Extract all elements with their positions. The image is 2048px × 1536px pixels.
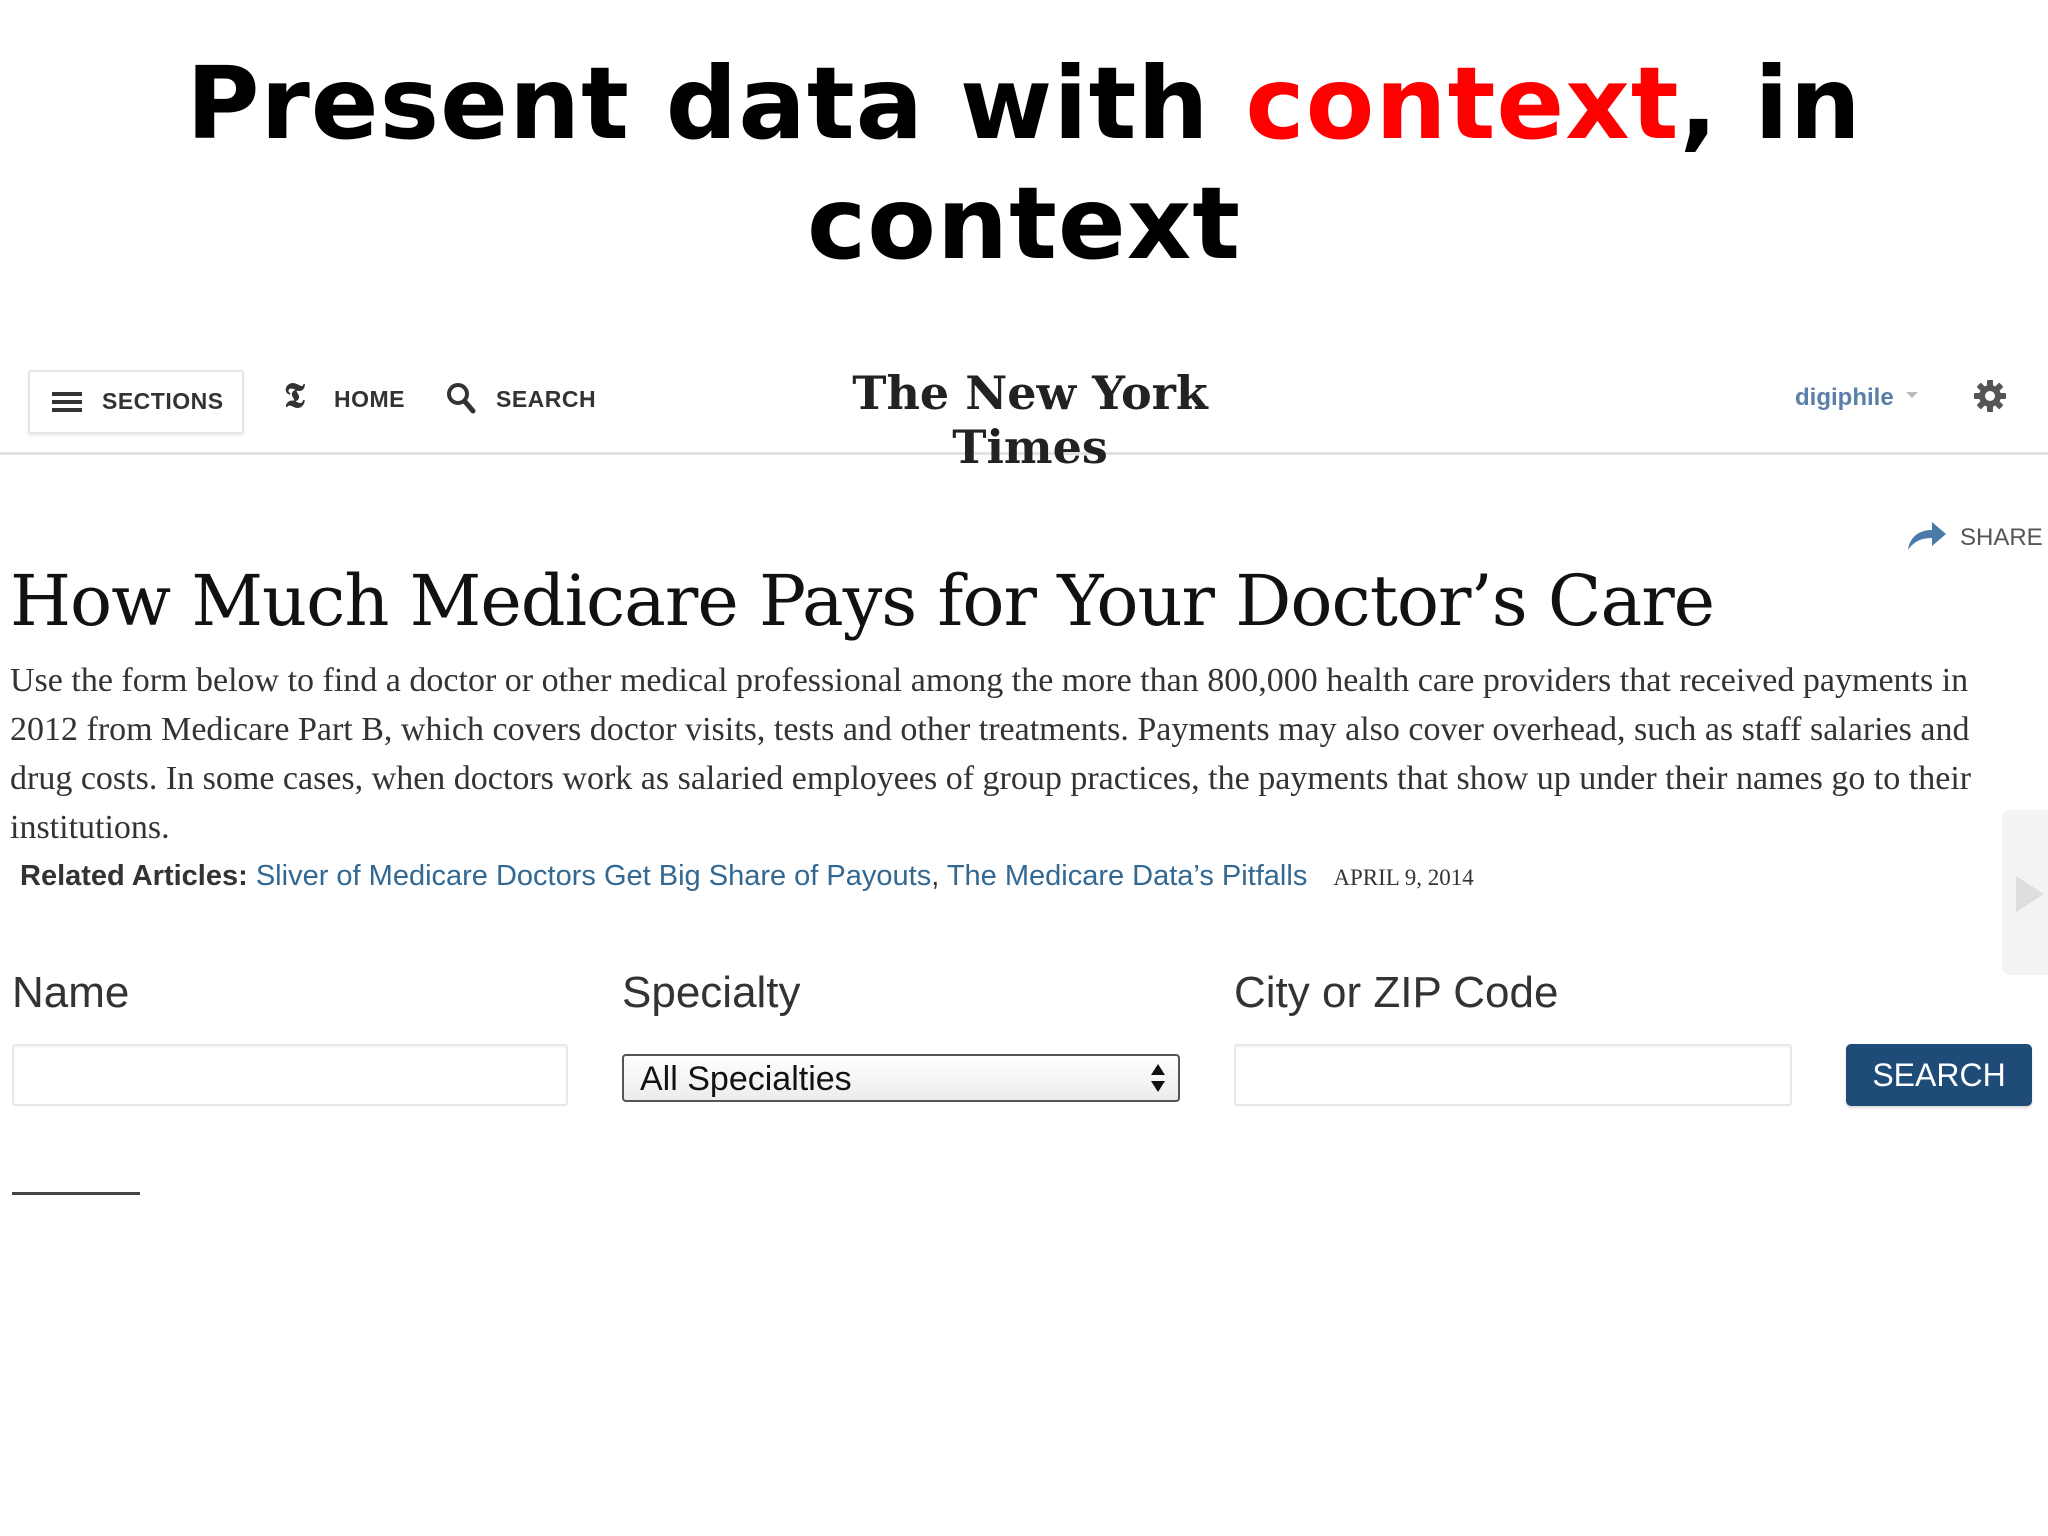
article-summary: Use the form below to find a doctor or o… [10,662,1972,846]
slide-title: Present data with context, in context [0,44,2048,284]
share-arrow-icon [1908,522,1946,550]
gear-icon[interactable] [1972,378,2008,414]
hamburger-icon [52,392,82,412]
slide-title-start: Present data with [186,45,1246,162]
related-link-pitfalls[interactable]: The Medicare Data’s Pitfalls [947,860,1308,892]
next-arrow-icon [2016,876,2044,912]
search-button[interactable]: SEARCH [1846,1044,2032,1106]
site-header: SECTIONS 𝕿 HOME SEARCH The New York Time… [0,360,2048,474]
specialty-label: Specialty [622,968,801,1017]
specialty-selected-value: All Specialties [640,1060,852,1098]
next-tab[interactable] [2002,810,2048,975]
sections-label: SECTIONS [102,388,224,414]
related-articles: Related Articles: Sliver of Medicare Doc… [20,860,1474,893]
search-icon[interactable] [446,382,476,414]
nyt-logo[interactable]: The New York Times [820,366,1240,474]
location-label: City or ZIP Code [1234,968,1559,1017]
related-separator: , [931,860,940,892]
user-menu[interactable]: digiphile [1795,384,1894,412]
divider [12,1192,140,1195]
specialty-select[interactable]: All Specialties [622,1054,1180,1102]
slide-title-accent: context [1245,45,1680,162]
sections-button[interactable]: SECTIONS [28,370,244,434]
home-link[interactable]: HOME [334,386,405,413]
share-label: SHARE [1960,524,2043,551]
search-link[interactable]: SEARCH [496,386,596,413]
caret-down-icon[interactable] [1906,392,1918,398]
location-input[interactable] [1234,1044,1792,1106]
name-label: Name [12,968,130,1017]
select-arrows-icon [1150,1062,1166,1096]
related-label: Related Articles: [20,860,248,892]
publish-date: APRIL 9, 2014 [1333,865,1474,890]
t-logo-icon: 𝕿 [284,376,305,416]
related-link-sliver[interactable]: Sliver of Medicare Doctors Get Big Share… [256,860,931,892]
article-headline: How Much Medicare Pays for Your Doctor’s… [10,560,1715,642]
name-input[interactable] [12,1044,568,1106]
